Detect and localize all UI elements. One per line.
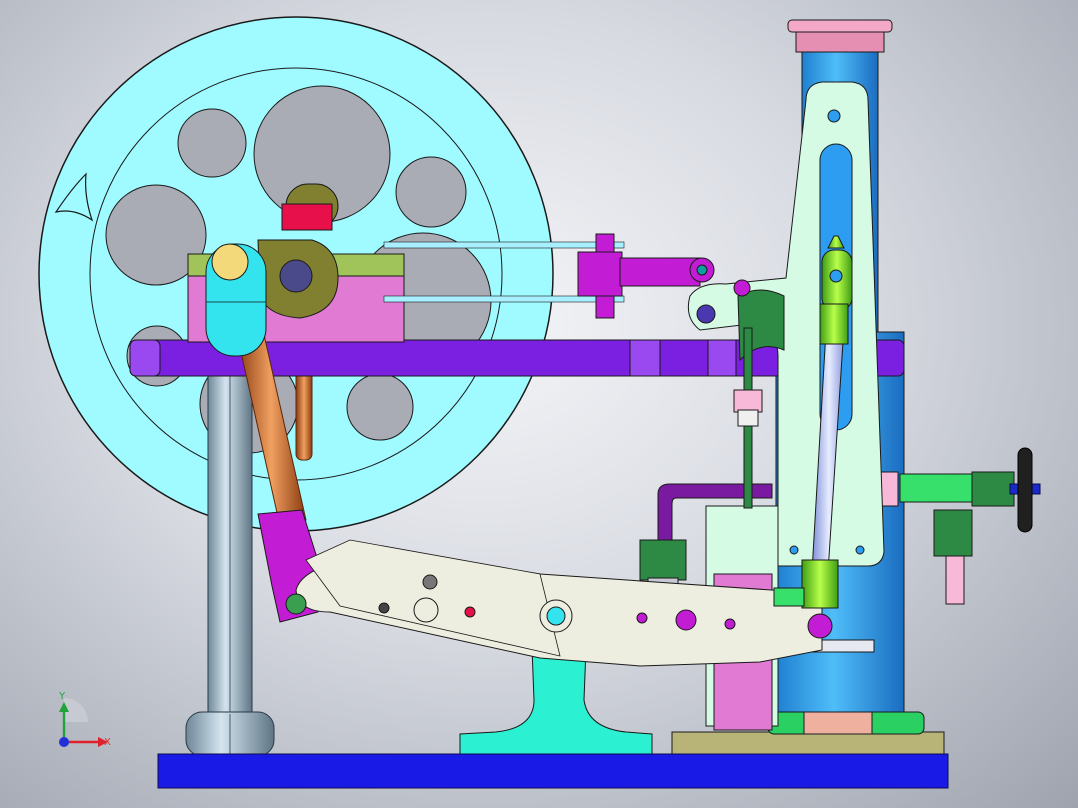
x-axis-label: X [104, 737, 111, 748]
handwheel-icon [1017, 447, 1033, 533]
z-axis-dot [59, 737, 69, 747]
y-axis-label: Y [58, 691, 66, 702]
valve-assembly [899, 447, 1041, 605]
rear-connecting-rod [295, 367, 313, 461]
cad-viewport[interactable]: X Y [0, 0, 1078, 808]
axis-triad: X Y [58, 691, 111, 748]
steam-engine-model[interactable]: X Y [0, 0, 1078, 808]
